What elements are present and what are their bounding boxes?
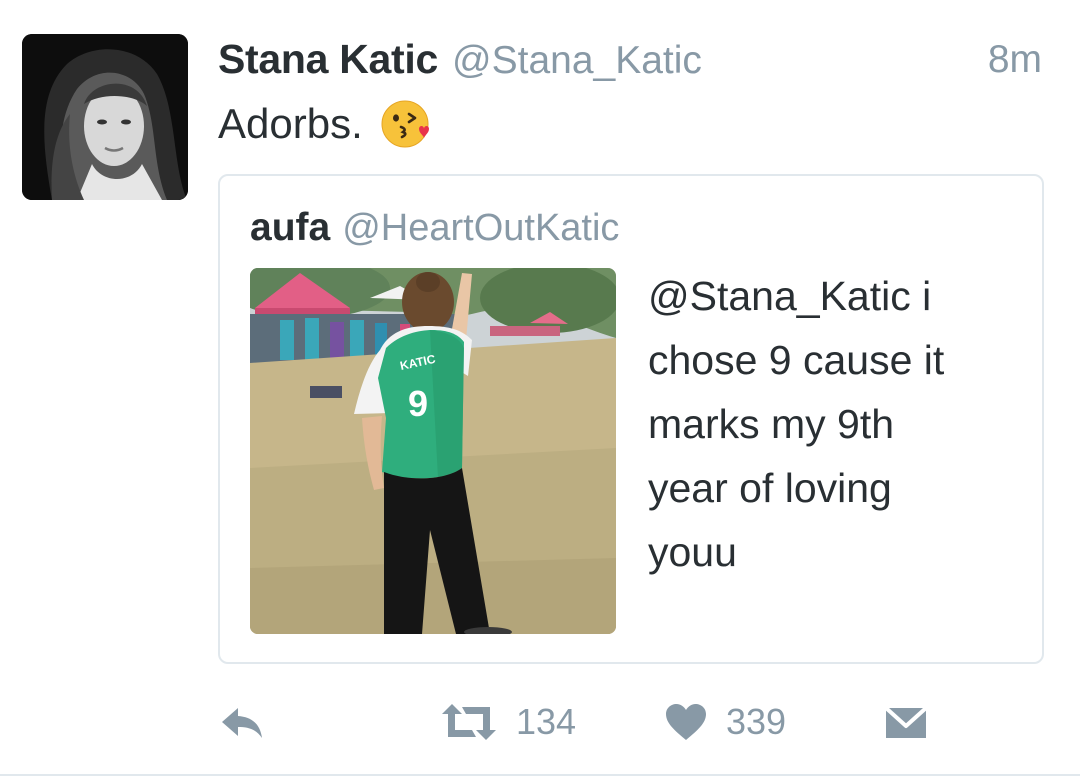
quoted-handle: @HeartOutKatic [342,207,620,249]
tweet-text-content: Adorbs. [218,100,363,147]
divider [0,774,1080,776]
tweet-timestamp[interactable]: 8m [988,38,1042,82]
retweet-count: 134 [516,701,577,742]
tweet-text: Adorbs. [218,98,431,150]
like-count: 339 [726,701,787,742]
like-button[interactable]: 339 [664,690,786,754]
quoted-tweet-card[interactable]: aufa @HeartOutKatic KATIC 9 @Stana_Katic… [218,174,1044,664]
retweet-button[interactable]: 134 [440,690,576,754]
quoted-text-line: youu [648,529,737,575]
quoted-text-line: chose 9 cause it [648,337,945,383]
quoted-tweet-header: aufa @HeartOutKatic [250,206,619,250]
quoted-tweet-text: @Stana_Katic i chose 9 cause it marks my… [648,264,1028,584]
author-handle[interactable]: @Stana_Katic [452,39,702,83]
envelope-icon [884,706,928,738]
quoted-text-line: @Stana_Katic i [648,273,932,319]
tweet-header: Stana Katic @Stana_Katic [218,36,702,86]
face-throwing-kiss-icon [379,98,431,150]
tweet-actions: 134 339 [0,690,1080,754]
avatar[interactable] [22,34,188,200]
reply-icon [222,708,262,738]
profile-photo [22,34,188,200]
direct-message-button[interactable] [884,690,928,754]
jersey-number: 9 [408,383,428,424]
quoted-tweet-photo[interactable]: KATIC 9 [250,268,616,634]
author-display-name[interactable]: Stana Katic [218,36,438,83]
quoted-display-name: aufa [250,206,331,249]
heart-icon [666,704,706,740]
quoted-text-line: marks my 9th [648,401,895,447]
reply-button[interactable] [218,690,266,754]
retweet-icon [442,704,496,740]
quoted-text-line: year of loving [648,465,892,511]
tweet[interactable]: Stana Katic @Stana_Katic 8m Adorbs. aufa… [0,0,1080,784]
